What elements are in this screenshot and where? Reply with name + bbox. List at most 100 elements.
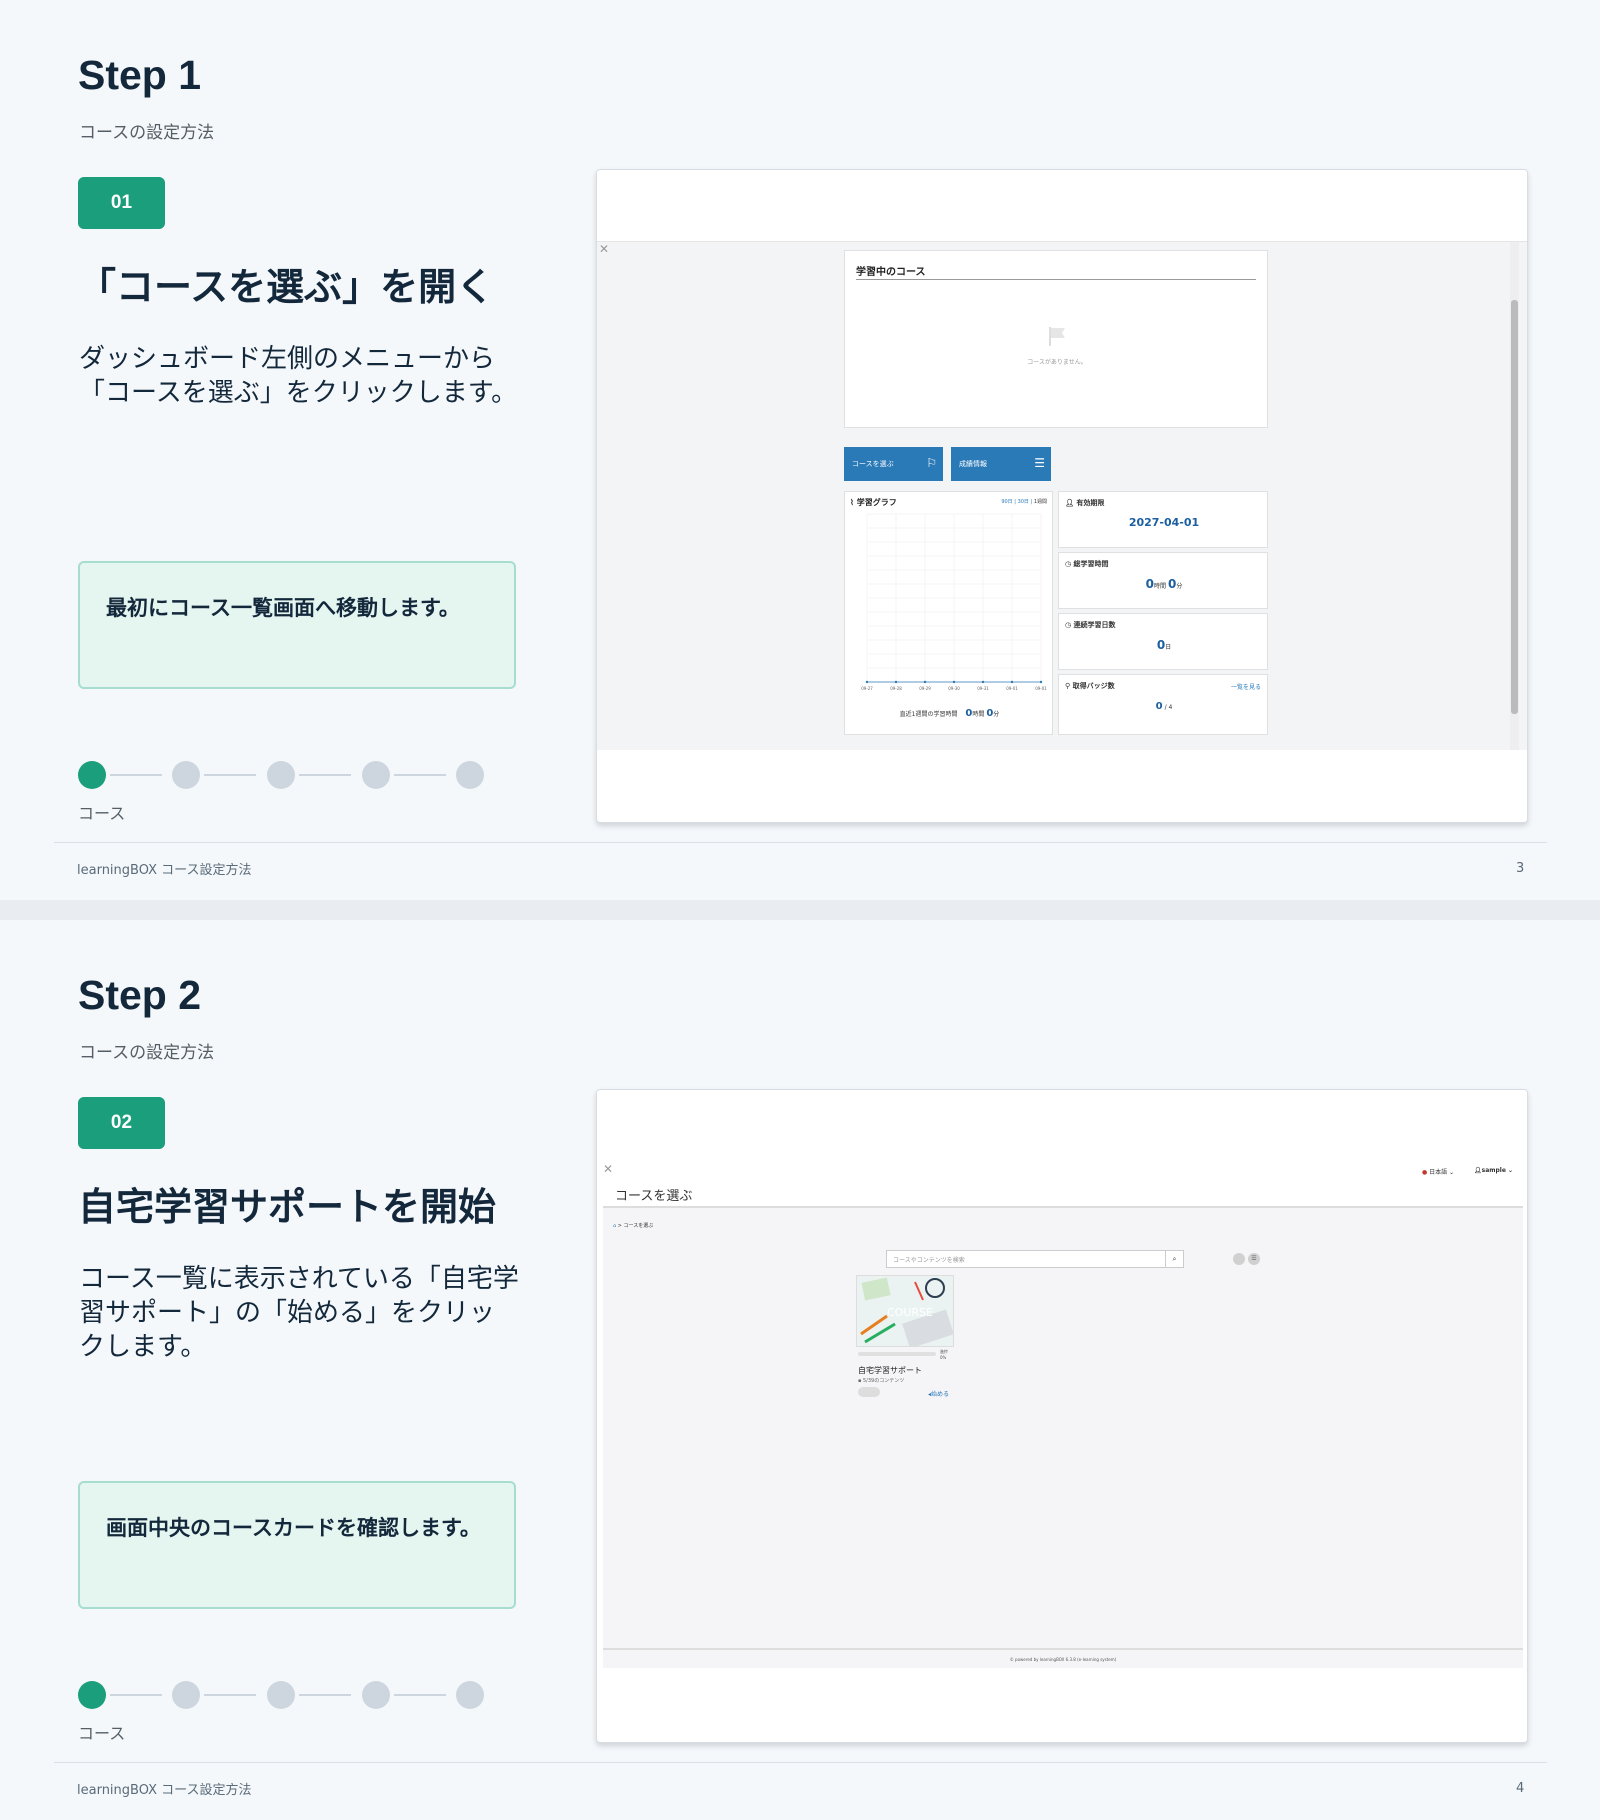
search-icon: ⌕ <box>1172 1255 1177 1263</box>
minute-unit: 分 <box>1176 583 1183 590</box>
expiry-value: 2027-04-01 <box>1128 516 1200 529</box>
close-icon[interactable]: ✕ <box>599 242 609 256</box>
page-title: コースを選ぶ <box>615 1189 693 1204</box>
total-time-hours: 0 <box>1145 577 1155 591</box>
results-button[interactable]: 成績情報 ☰ <box>951 447 1051 481</box>
badges-value-wrap: 0 / 4 <box>1059 701 1269 712</box>
list-view-toggle[interactable]: ☰ <box>1248 1253 1260 1265</box>
x-tick-label: 09-28 <box>890 686 902 691</box>
progress-connector <box>204 1694 256 1696</box>
chevron-down-icon: ⌄ <box>1508 1167 1514 1174</box>
page-header: コースを選ぶ <box>603 1178 1523 1208</box>
no-course-message: コースがありません。 <box>1027 359 1087 366</box>
grid-view-toggle[interactable] <box>1233 1253 1245 1265</box>
streak-value-wrap: 0日 <box>1059 638 1269 652</box>
scrollbar-thumb[interactable] <box>1511 300 1518 714</box>
start-course-link[interactable]: ◂始める <box>928 1389 949 1398</box>
progress-label: コース <box>78 1724 126 1743</box>
progress-dot-3 <box>267 1681 295 1709</box>
graph-footer: 直近1週間の学習時間 0時間 0分 <box>845 708 1054 719</box>
streak-value: 0 <box>1156 638 1166 652</box>
footer-divider <box>54 842 1547 843</box>
progress-dot-1 <box>78 1681 106 1709</box>
panel-divider <box>856 279 1256 280</box>
badges-total: / 4 <box>1164 704 1173 711</box>
progress-dot-1 <box>78 761 106 789</box>
scrollbar[interactable] <box>1510 242 1519 750</box>
language-label: 日本語 <box>1429 1169 1448 1176</box>
flag-icon: ⚐ <box>926 456 937 470</box>
course-card[interactable]: COURSE 進捗 0% 自宅学習サポート ▪ 5/39のコンテンツ ◂始める <box>856 1275 954 1405</box>
search-button[interactable]: ⌕ <box>1165 1251 1183 1267</box>
step-note: 画面中央のコースカードを確認します。 <box>78 1481 516 1609</box>
progress-dot-5 <box>456 761 484 789</box>
total-time-panel: ◷ 総学習時間 0時間 0分 <box>1058 552 1268 609</box>
streak-panel: ◷ 連続学習日数 0日 <box>1058 613 1268 670</box>
progress-dot-4 <box>362 761 390 789</box>
progress-connector <box>110 774 162 776</box>
progress-connector <box>394 1694 446 1696</box>
search-input[interactable]: コースやコンテンツを検索 ⌕ <box>886 1250 1184 1268</box>
step-heading: 自宅学習サポートを開始 <box>78 1185 497 1229</box>
start-course-label: 始める <box>931 1391 950 1398</box>
search-placeholder: コースやコンテンツを検索 <box>893 1257 965 1264</box>
flag-icon <box>1049 327 1065 346</box>
graph-footer-label: 直近1週間の学習時間 <box>899 711 958 718</box>
course-content-count: 5/39のコンテンツ <box>862 1378 905 1384</box>
step-number-badge: 02 <box>78 1097 165 1149</box>
progress-dot-2 <box>172 761 200 789</box>
breadcrumb-current: > コースを選ぶ <box>617 1223 654 1229</box>
x-tick-label: 09-27 <box>861 686 873 691</box>
user-menu[interactable]: 👤︎sample ⌄ <box>1474 1167 1513 1174</box>
select-course-button[interactable]: コースを選ぶ ⚐ <box>844 447 943 481</box>
medal-icon: ⚲ <box>1065 682 1071 690</box>
clock-icon: ◷ <box>1065 621 1072 629</box>
dashboard-app: ✕ 学習中のコース コースがありません。 コースを選ぶ ⚐ 成績情報 ☰ ⌇ 学… <box>597 242 1527 750</box>
home-icon[interactable]: ⌂ <box>613 1223 616 1229</box>
range-tab-30[interactable]: 30日 <box>1018 499 1029 505</box>
slide-subtitle: コースの設定方法 <box>79 1043 215 1063</box>
learning-graph-panel: ⌇ 学習グラフ 90日 | 30日 | 1週間 09-27 09-28 09-29 0… <box>844 491 1053 735</box>
expiry-panel: 👤︎ 有効期限 2027-04-01 <box>1058 491 1268 548</box>
range-tab-90[interactable]: 90日 <box>1001 499 1012 505</box>
hour-unit: 時間 <box>972 711 985 718</box>
results-label: 成績情報 <box>959 460 987 468</box>
progress-dot-3 <box>267 761 295 789</box>
footer-divider <box>54 1762 1547 1763</box>
browser-top-area <box>597 1090 1527 1162</box>
graph-title: 学習グラフ <box>856 498 897 507</box>
courses-panel: 学習中のコース コースがありません。 <box>844 250 1268 428</box>
page-number: 3 <box>1516 861 1525 876</box>
progress-label: コース <box>78 804 126 823</box>
graph-x-ticks: 09-27 09-28 09-29 09-30 09-31 09-01 09-01 <box>861 686 1047 691</box>
x-tick-label: 09-01 <box>1006 686 1018 691</box>
badges-value: 0 <box>1155 701 1163 712</box>
x-tick-label: 09-01 <box>1035 686 1047 691</box>
course-list-app: コースを選ぶ ⌂ > コースを選ぶ コースやコンテンツを検索 ⌕ ☰ COURS… <box>603 1178 1523 1668</box>
close-icon[interactable]: ✕ <box>603 1162 613 1176</box>
page-number: 4 <box>1516 1781 1525 1796</box>
progress-dot-5 <box>456 1681 484 1709</box>
badges-list-link[interactable]: 一覧を見る <box>1231 682 1261 691</box>
course-title: 自宅学習サポート <box>858 1366 922 1375</box>
expiry-title: 有効期限 <box>1076 499 1105 507</box>
step-heading: 「コースを選ぶ」を開く <box>78 265 495 309</box>
range-tab-week[interactable]: 1週間 <box>1034 499 1047 505</box>
x-tick-label: 09-31 <box>977 686 989 691</box>
chevron-down-icon: ⌄ <box>1449 1169 1455 1176</box>
course-illustration-icon: COURSE <box>857 1276 953 1346</box>
progress-connector <box>394 774 446 776</box>
footer-text: learningBOX コース設定方法 <box>77 1783 252 1798</box>
course-thumbnail: COURSE <box>856 1275 954 1347</box>
globe-icon: ● <box>1422 1169 1428 1176</box>
learning-graph-chart: 09-27 09-28 09-29 09-30 09-31 09-01 09-01 <box>861 513 1047 691</box>
language-menu[interactable]: ● 日本語 ⌄ <box>1422 1167 1454 1176</box>
favorite-toggle[interactable] <box>858 1387 880 1397</box>
badges-panel: ⚲ 取得バッジ数 一覧を見る 0 / 4 <box>1058 674 1268 735</box>
graph-range-tabs: 90日 | 30日 | 1週間 <box>1001 499 1047 505</box>
screenshot-course-list: ✕ ● 日本語 ⌄ 👤︎sample ⌄ コースを選ぶ ⌂ > コースを選ぶ コ… <box>596 1089 1528 1743</box>
minute-unit: 分 <box>993 711 1000 718</box>
step-note: 最初にコース一覧画面へ移動します。 <box>78 561 516 689</box>
course-subtitle: ▪ 5/39のコンテンツ <box>858 1377 904 1384</box>
total-time-value: 0時間 0分 <box>1059 577 1269 591</box>
